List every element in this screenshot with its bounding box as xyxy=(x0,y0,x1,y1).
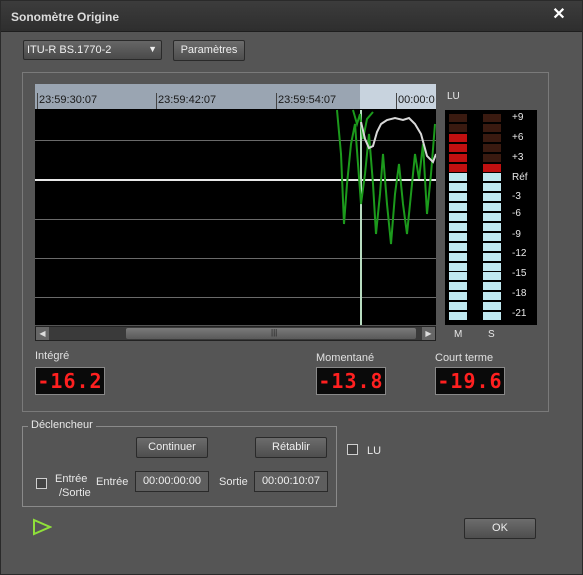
standard-value: ITU-R BS.1770-2 xyxy=(27,44,112,56)
meter-segment xyxy=(449,163,467,172)
meter-segment xyxy=(449,203,467,212)
short-term-value: -19.6 xyxy=(435,367,505,395)
meter-segment xyxy=(449,183,467,192)
meter-segment xyxy=(449,213,467,221)
continue-button[interactable]: Continuer xyxy=(136,437,208,458)
meter-segment xyxy=(483,133,501,142)
momentary-curve xyxy=(336,109,436,245)
meter-scale-label: +9 xyxy=(512,112,524,123)
out-point-field[interactable]: 00:00:10:07 xyxy=(254,471,328,492)
meter-unit-label: LU xyxy=(447,91,460,102)
momentary-value: -13.8 xyxy=(316,367,386,395)
standard-dropdown[interactable]: ITU-R BS.1770-2 ▼ xyxy=(23,40,162,60)
lu-checkbox[interactable] xyxy=(347,444,358,455)
meter-scale-label: -12 xyxy=(512,248,527,259)
meter-segment xyxy=(483,272,501,281)
scrollbar-thumb[interactable]: ||| xyxy=(126,328,416,339)
short-term-label: Court terme xyxy=(435,352,494,364)
scroll-right-icon[interactable]: ▶ xyxy=(422,327,435,340)
meter-segment xyxy=(449,232,467,241)
short-term-curve xyxy=(360,116,436,164)
meter-segment xyxy=(483,222,501,231)
meter-segment xyxy=(483,252,501,261)
ok-button[interactable]: OK xyxy=(464,518,536,539)
meter-segment xyxy=(483,153,501,162)
inout-label-line2: /Sortie xyxy=(59,487,91,499)
meter-segment xyxy=(449,114,467,122)
meter-segment xyxy=(449,292,467,301)
in-point-label: Entrée xyxy=(96,476,129,488)
meter-segment xyxy=(449,193,467,202)
meter-segment xyxy=(483,262,501,271)
meter-segment xyxy=(483,292,501,301)
meter-segment xyxy=(449,262,467,271)
meter-segment xyxy=(449,222,467,231)
loudness-meter-dialog: Sonomètre Origine ✕ ITU-R BS.1770-2 ▼ Pa… xyxy=(0,0,583,575)
channel-label-m: M xyxy=(454,329,463,340)
meter-segment xyxy=(483,213,501,221)
meter-segment xyxy=(449,173,467,182)
lu-checkbox-label: LU xyxy=(367,445,382,457)
window-title: Sonomètre Origine xyxy=(11,10,120,24)
inout-label-line1: Entrée xyxy=(55,473,88,485)
trigger-group-label: Déclencheur xyxy=(28,419,96,431)
meter-segment xyxy=(449,143,467,152)
meter-scale-label: -6 xyxy=(512,208,521,219)
meter-scale-label: -3 xyxy=(512,191,521,202)
close-icon[interactable]: ✕ xyxy=(550,6,568,24)
title-bar: Sonomètre Origine ✕ xyxy=(1,1,582,32)
meter-segment xyxy=(449,133,467,142)
meter-segment xyxy=(483,183,501,192)
meter-scale-label: -21 xyxy=(512,308,527,319)
meter-segment xyxy=(483,173,501,182)
play-icon[interactable] xyxy=(32,518,52,536)
meter-segment xyxy=(483,282,501,291)
meter-segment xyxy=(483,114,501,122)
meter-segment xyxy=(449,272,467,281)
meter-segment xyxy=(449,302,467,311)
meter-segment xyxy=(449,153,467,162)
meter-scale-label: +3 xyxy=(512,152,524,163)
loudness-meter: +9 +6 +3 Réf -3 -6 -9 -12 -15 -18 -21 xyxy=(445,110,537,325)
channel-label-s: S xyxy=(488,329,495,340)
graph-scrollbar[interactable]: ◀ ||| ▶ xyxy=(35,326,436,341)
meter-segment xyxy=(449,242,467,251)
grip-icon: ||| xyxy=(271,328,278,337)
meter-segment xyxy=(483,163,501,172)
meter-scale-label: -15 xyxy=(512,268,527,279)
meter-segment xyxy=(483,312,501,320)
loudness-graph[interactable]: 23:59:30:07 23:59:42:07 23:59:54:07 00:0… xyxy=(35,84,436,325)
meter-scale-label: +6 xyxy=(512,132,524,143)
meter-scale-label: -18 xyxy=(512,288,527,299)
meter-segment xyxy=(483,143,501,152)
reset-button[interactable]: Rétablir xyxy=(255,437,327,458)
loudness-curves xyxy=(336,109,436,325)
meter-segment xyxy=(483,302,501,311)
meter-segment xyxy=(483,203,501,212)
meter-segment xyxy=(449,312,467,320)
momentary-label: Momentané xyxy=(316,352,375,364)
inout-checkbox[interactable] xyxy=(36,478,47,489)
chevron-down-icon: ▼ xyxy=(148,44,157,54)
meter-segment xyxy=(483,232,501,241)
meter-segment xyxy=(483,193,501,202)
integrated-label: Intégré xyxy=(35,350,70,362)
in-point-field[interactable]: 00:00:00:00 xyxy=(135,471,209,492)
integrated-value: -16.2 xyxy=(35,367,105,395)
meter-segment xyxy=(449,282,467,291)
meter-segment xyxy=(449,252,467,261)
meter-segment xyxy=(449,123,467,132)
parameters-button[interactable]: Paramètres xyxy=(173,40,245,61)
meter-scale-label: Réf xyxy=(512,172,528,183)
scroll-left-icon[interactable]: ◀ xyxy=(36,327,49,340)
out-point-label: Sortie xyxy=(219,476,248,488)
meter-scale-label: -9 xyxy=(512,229,521,240)
meter-segment xyxy=(483,242,501,251)
meter-segment xyxy=(483,123,501,132)
